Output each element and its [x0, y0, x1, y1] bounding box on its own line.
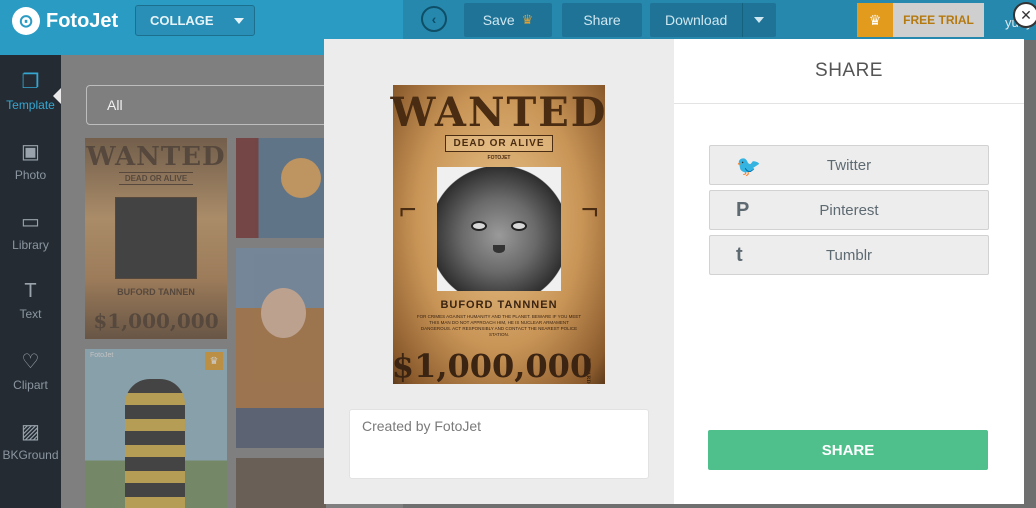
background-icon: ▨ [21, 420, 40, 443]
close-icon[interactable]: ✕ [1013, 2, 1036, 28]
template-icon: ❐ [21, 70, 40, 93]
bee-costume [125, 379, 185, 508]
sidebar-item-label: Clipart [13, 377, 48, 392]
back-arrow-icon[interactable]: ‹ [421, 6, 447, 32]
free-trial-label: FREE TRIAL [893, 3, 984, 37]
poster-dead-or-alive: DEAD OR ALIVE [444, 135, 554, 152]
active-indicator [53, 88, 61, 104]
sidebar-item-label: Template [6, 97, 55, 112]
pinterest-button[interactable]: P Pinterest [709, 190, 989, 230]
tumblr-label: Tumblr [825, 246, 873, 264]
sidebar-item-library[interactable]: ▭ Library [0, 195, 61, 265]
photo-icon: ▣ [21, 140, 40, 163]
poster-money: $1,000,000 REWARD [392, 348, 606, 384]
divider [742, 3, 743, 37]
thumb-name-text: BUFORD TANNEN [117, 287, 195, 297]
poster-name: BUFORD TANNNEN [440, 299, 558, 311]
crown-icon: ♛ [857, 3, 893, 37]
category-filter[interactable]: All [86, 85, 346, 125]
child-face [261, 288, 306, 338]
template-thumb-bee[interactable]: FotoJet ♛ [85, 349, 227, 508]
poster-photo-cat [437, 167, 561, 291]
share-submit-button[interactable]: SHARE [708, 430, 988, 470]
sidebar-item-label: Text [19, 306, 42, 321]
template-thumb-clown[interactable] [236, 138, 326, 238]
save-button[interactable]: Save ♛ [464, 3, 552, 37]
twitter-icon: 🐦 [736, 156, 761, 178]
cat-eye [511, 221, 527, 231]
text-icon: T [24, 279, 37, 302]
twitter-label: Twitter [826, 156, 872, 174]
share-button[interactable]: Share [562, 3, 642, 37]
tumblr-button[interactable]: t Tumblr [709, 235, 989, 275]
twitter-button[interactable]: 🐦 Twitter [709, 145, 989, 185]
thumb-money-text: $1,000,000 [93, 309, 219, 333]
sidebar-item-bkground[interactable]: ▨ BKGround [0, 405, 61, 475]
heart-icon: ♡ [21, 350, 40, 373]
share-dialog: WANTED DEAD OR ALIVE FOTOJET BUFORD TANN… [324, 39, 1024, 504]
thumb-dead-text: DEAD OR ALIVE [118, 172, 194, 185]
thumb-photo [115, 197, 197, 279]
sidebar-item-template[interactable]: ❐ Template [0, 55, 61, 125]
thumb-wanted-text: WANTED [86, 142, 226, 172]
sidebar: ❐ Template ▣ Photo ▭ Library T Text ♡ Cl… [0, 55, 61, 508]
sidebar-item-photo[interactable]: ▣ Photo [0, 125, 61, 195]
pistol-icon: ⌐ [581, 193, 599, 226]
preview-pane: WANTED DEAD OR ALIVE FOTOJET BUFORD TANN… [324, 39, 674, 504]
template-thumb-pumpkin[interactable] [236, 248, 326, 448]
poster-reward: REWARD [585, 358, 592, 384]
poster-fine-print: FOR CRIMES AGAINST HUMANITY AND THE PLAN… [416, 314, 582, 337]
share-pane: SHARE 🐦 Twitter P Pinterest t Tumblr SHA… [674, 39, 1024, 504]
cat-nose [493, 245, 505, 253]
template-thumb-halloween[interactable] [236, 458, 326, 508]
thumb-brand: FotoJet [90, 352, 114, 359]
free-trial-button[interactable]: ♛ FREE TRIAL [857, 3, 984, 37]
sidebar-item-clipart[interactable]: ♡ Clipart [0, 335, 61, 405]
poster-money-value: $1,000,000 [391, 347, 593, 385]
chevron-down-icon [234, 18, 244, 24]
sidebar-item-label: Photo [14, 167, 47, 182]
chevron-down-icon[interactable] [754, 17, 764, 23]
sidebar-item-label: BKGround [2, 447, 59, 462]
cat-eye [471, 221, 487, 231]
library-icon: ▭ [21, 210, 40, 233]
poster-brand: FOTOJET [487, 155, 511, 161]
pinterest-icon: P [736, 199, 750, 221]
poster-wanted: WANTED [390, 89, 608, 136]
poster-preview: WANTED DEAD OR ALIVE FOTOJET BUFORD TANN… [390, 85, 608, 384]
logo[interactable]: ⊙ FotoJet [12, 7, 118, 35]
sidebar-item-label: Library [12, 237, 49, 252]
crown-icon: ♛ [205, 352, 223, 370]
tumblr-icon: t [736, 244, 743, 266]
crown-icon: ♛ [521, 12, 534, 27]
share-title: SHARE [674, 39, 1024, 104]
pinterest-label: Pinterest [819, 201, 879, 219]
download-label: Download [665, 12, 728, 28]
pistol-icon: ⌐ [399, 193, 417, 226]
app: ⊙ FotoJet COLLAGE ‹ Save ♛ Share Downloa… [0, 0, 1036, 508]
collage-label: COLLAGE [150, 13, 214, 28]
caption-input[interactable]: Created by FotoJet [349, 409, 649, 479]
clown-face [281, 158, 321, 198]
download-button[interactable]: Download [650, 3, 776, 37]
sidebar-item-text[interactable]: T Text [0, 265, 61, 335]
logo-icon: ⊙ [12, 7, 40, 35]
template-thumb-wanted[interactable]: WANTED DEAD OR ALIVE BUFORD TANNEN $1,00… [85, 138, 227, 339]
app-title: FotoJet [46, 9, 119, 32]
collage-dropdown[interactable]: COLLAGE [135, 5, 255, 36]
save-label: Save [482, 12, 515, 28]
